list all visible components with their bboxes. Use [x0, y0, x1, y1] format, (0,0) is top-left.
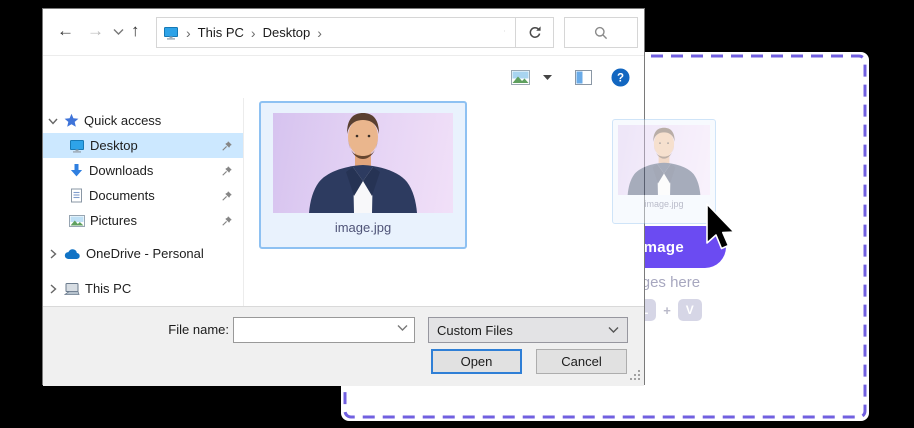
pin-icon[interactable] — [221, 140, 233, 152]
documents-icon — [69, 188, 84, 203]
screenshot-root: Upload Image or drop images here CTRL + … — [0, 0, 914, 428]
breadcrumb: › This PC › Desktop › — [157, 25, 484, 41]
onedrive-label: OneDrive - Personal — [86, 246, 204, 261]
navigation-sidebar: Quick access Desktop Downloads — [43, 98, 244, 306]
forward-button[interactable]: → — [87, 21, 104, 41]
downloads-icon — [69, 163, 84, 178]
up-button[interactable]: ↑ — [131, 21, 140, 41]
file-type-value: Custom Files — [437, 323, 513, 338]
thumbnail-view-icon[interactable] — [511, 70, 530, 85]
breadcrumb-separator: › — [312, 25, 327, 41]
pin-icon[interactable] — [221, 190, 233, 202]
chevron-down-icon[interactable] — [47, 115, 59, 127]
chevron-down-icon — [608, 326, 619, 334]
chevron-right-icon[interactable] — [47, 283, 59, 295]
drag-ghost-label: image.jpg — [613, 199, 715, 209]
sidebar-item-this-pc[interactable]: This PC — [43, 276, 243, 301]
drag-ghost-thumbnail — [618, 125, 710, 195]
refresh-button[interactable] — [515, 18, 553, 47]
breadcrumb-separator: › — [246, 25, 261, 41]
breadcrumb-desktop[interactable]: Desktop — [263, 25, 311, 40]
sidebar-item-pictures[interactable]: Pictures — [43, 208, 243, 233]
mouse-cursor-icon — [704, 202, 738, 254]
file-thumbnail — [273, 113, 453, 213]
file-open-dialog: ← → ↑ › This PC › Desktop › — [42, 8, 645, 385]
view-controls: ? — [511, 56, 630, 98]
plus-separator: + — [663, 303, 671, 318]
drag-ghost-tile: image.jpg — [612, 119, 716, 224]
refresh-icon — [527, 25, 543, 41]
quick-access-star-icon — [64, 113, 79, 128]
this-pc-icon — [64, 282, 80, 296]
breadcrumb-this-pc[interactable]: This PC — [198, 25, 244, 40]
pictures-label: Pictures — [90, 213, 137, 228]
desktop-location-icon — [163, 25, 179, 41]
person-photo — [273, 113, 453, 213]
history-chevron-icon[interactable] — [113, 28, 124, 36]
sidebar-item-desktop[interactable]: Desktop — [43, 133, 243, 158]
file-name-dropdown-icon[interactable] — [397, 324, 408, 332]
desktop-icon — [69, 138, 85, 154]
chevron-right-icon[interactable] — [47, 248, 59, 260]
pin-icon[interactable] — [221, 165, 233, 177]
search-icon — [593, 25, 609, 41]
sidebar-item-downloads[interactable]: Downloads — [43, 158, 243, 183]
documents-label: Documents — [89, 188, 155, 203]
this-pc-label: This PC — [85, 281, 131, 296]
pin-icon[interactable] — [221, 215, 233, 227]
file-name-label: image.jpg — [261, 220, 465, 235]
file-name-input[interactable] — [233, 317, 415, 343]
v-key-badge: V — [678, 299, 702, 321]
quick-access-label: Quick access — [84, 113, 161, 128]
back-button[interactable]: ← — [57, 21, 74, 41]
downloads-label: Downloads — [89, 163, 153, 178]
sidebar-item-documents[interactable]: Documents — [43, 183, 243, 208]
help-icon[interactable]: ? — [611, 68, 630, 87]
pictures-icon — [69, 214, 85, 228]
search-input[interactable] — [564, 17, 638, 48]
preview-pane-icon[interactable] — [575, 70, 592, 85]
view-dropdown-caret-icon[interactable] — [543, 75, 552, 80]
desktop-label: Desktop — [90, 138, 138, 153]
navigation-bar: ← → ↑ › This PC › Desktop › — [43, 9, 644, 56]
sidebar-item-onedrive[interactable]: OneDrive - Personal — [43, 241, 243, 266]
file-name-field-label: File name: — [167, 322, 229, 337]
resize-grip[interactable] — [630, 370, 641, 381]
open-button[interactable]: Open — [431, 349, 522, 374]
cancel-button[interactable]: Cancel — [536, 349, 627, 374]
file-type-select[interactable]: Custom Files — [428, 317, 628, 343]
person-photo — [618, 125, 710, 195]
file-tile-image-jpg[interactable]: image.jpg — [259, 101, 467, 249]
onedrive-cloud-icon — [64, 248, 81, 260]
address-dropdown-icon[interactable] — [484, 29, 515, 37]
breadcrumb-separator: › — [181, 25, 196, 41]
svg-text:?: ? — [617, 72, 624, 84]
sidebar-item-quick-access[interactable]: Quick access — [43, 108, 243, 133]
address-bar[interactable]: › This PC › Desktop › — [156, 17, 554, 48]
